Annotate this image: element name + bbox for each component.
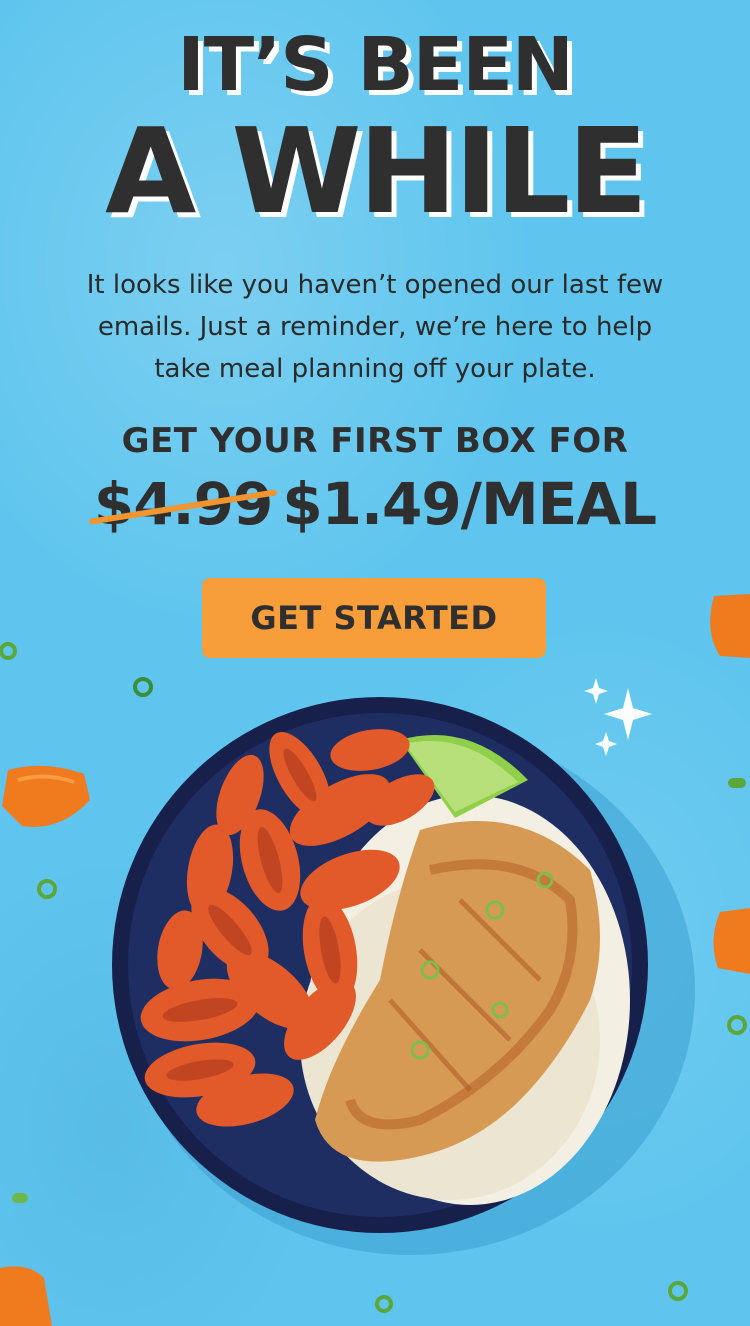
offer-intro: GET YOUR FIRST BOX FOR: [121, 421, 629, 461]
new-price: $1.49/MEAL: [282, 470, 657, 538]
carrot-slice-image: [710, 594, 750, 658]
headline-line-2: A WHILE: [104, 102, 648, 240]
get-started-button[interactable]: GET STARTED: [202, 578, 546, 658]
price-row: $4.99 $1.49/MEAL: [0, 468, 750, 540]
body-copy-line-1: It looks like you haven’t opened our las…: [86, 270, 664, 300]
old-price: $4.99: [93, 470, 273, 538]
body-copy-line-2: emails. Just a reminder, we’re here to h…: [97, 312, 653, 342]
body-copy: It looks like you haven’t opened our las…: [40, 264, 710, 390]
body-copy-line-3: take meal planning off your plate.: [154, 354, 596, 384]
meal-plate-image: [112, 697, 695, 1255]
scallion-image: [0, 642, 17, 660]
headline-line-1: IT’S BEEN: [177, 22, 574, 108]
